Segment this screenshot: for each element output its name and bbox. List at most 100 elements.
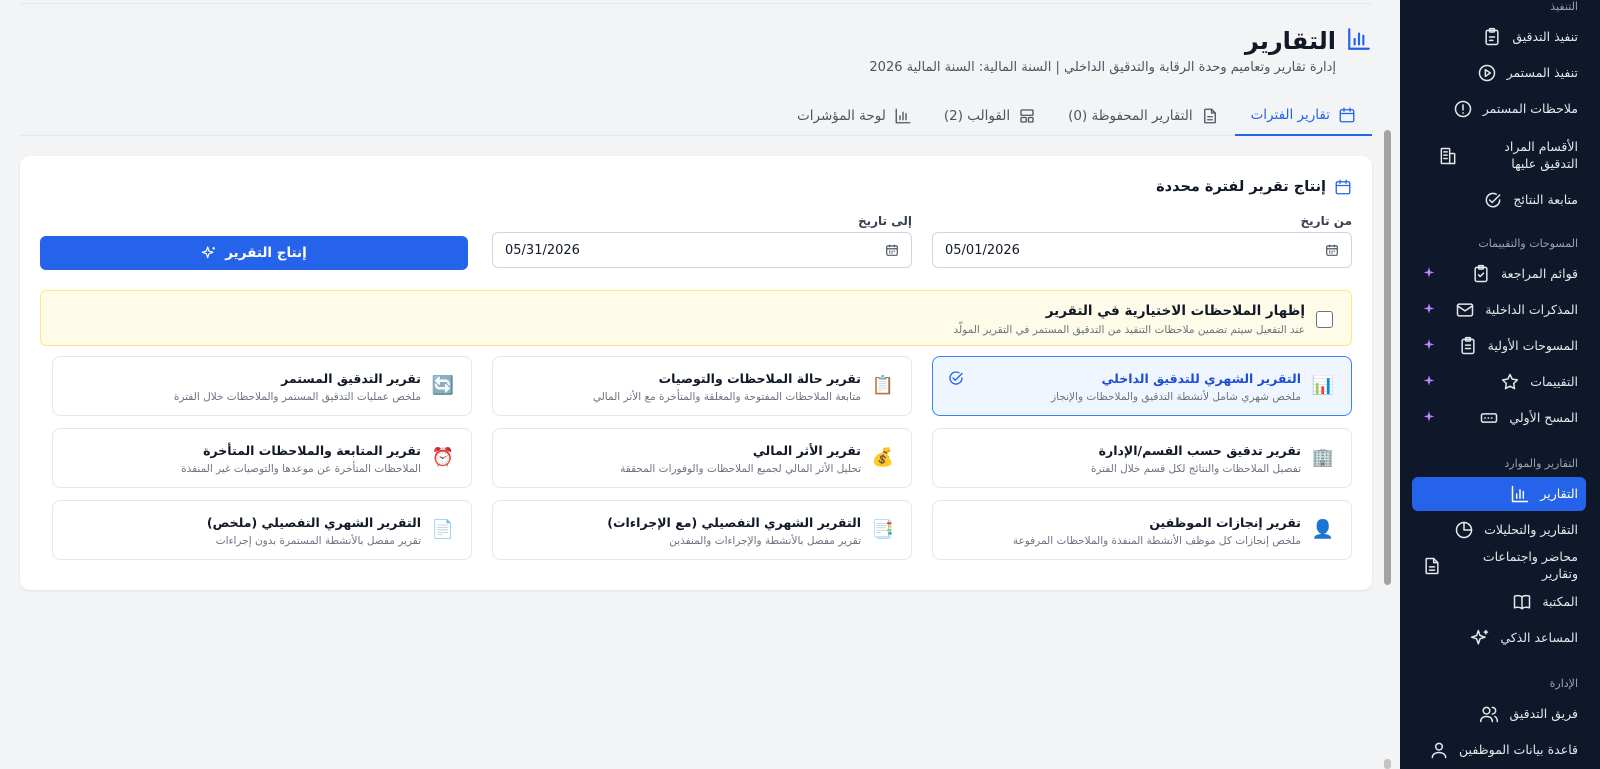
report-type-card[interactable]: 🏢 تقرير تدقيق حسب القسم/الإدارة تفصيل ال… [932,428,1352,488]
building-emoji-icon: 🏢 [1311,447,1335,468]
sidebar-section-execution: التنفيذ [1550,0,1578,13]
sidebar-item-evaluations[interactable]: التقييمات [1412,365,1586,399]
calendar-icon [1339,107,1355,123]
report-type-card[interactable]: 💰 تقرير الأثر المالي تحليل الأثر المالي … [492,428,912,488]
sidebar-item-continuous-notes[interactable]: ملاحظات المستمر [1412,92,1586,126]
sidebar-item-employees-db[interactable]: قاعدة بيانات الموظفين [1412,733,1586,767]
tab-label: تقارير الفترات [1250,107,1330,123]
tab-period-reports[interactable]: تقارير الفترات [1234,96,1372,136]
alert-circle-icon [1453,99,1473,119]
calendar-icon[interactable] [1325,243,1339,257]
to-date-input[interactable]: 05/31/2026 [492,232,912,268]
sidebar-item-label: الأقسام المراد التدقيق عليها [1504,139,1578,171]
report-type-card[interactable]: 📊 التقرير الشهري للتدقيق الداخلي ملخص شه… [932,356,1352,416]
sidebar-item-minutes-meetings[interactable]: محاضر واجتماعات وتقارير [1412,549,1586,583]
sidebar-item-label: قاعدة بيانات الموظفين [1459,741,1578,757]
report-type-title: تقرير الأثر المالي [752,443,861,458]
clipboard-emoji-icon: 📋 [871,375,895,396]
users-icon [1479,704,1499,724]
layout-icon [1020,109,1034,123]
report-type-card[interactable]: 🔄 تقرير التدقيق المستمر ملخص عمليات التد… [52,356,472,416]
report-type-card[interactable]: 📄 التقرير الشهري التفصيلي (ملخص) تقرير م… [52,500,472,560]
tab-dashboard[interactable]: لوحة المؤشرات [781,96,928,136]
optional-notes-option: إظهار الملاحظات الاختيارية في التقرير عن… [40,290,1352,346]
from-date-label: من تاريخ [1300,214,1352,228]
sidebar-item-label: قوائم المراجعة [1500,265,1578,281]
to-date-label: إلى تاريخ [857,214,912,228]
sidebar-item-label: محاضر واجتماعات وتقارير [1482,549,1578,581]
report-type-title: تقرير المتابعة والملاحظات المتأخرة [203,443,421,458]
report-type-card[interactable]: 📑 التقرير الشهري التفصيلي (مع الإجراءات)… [492,500,912,560]
optional-notes-title[interactable]: إظهار الملاحظات الاختيارية في التقرير [1046,303,1305,319]
tab-templates[interactable]: القوالب (2) [928,96,1052,136]
sidebar-item-label: التقارير [1540,485,1578,501]
sidebar-item-internal-memos[interactable]: المذكرات الداخلية [1412,293,1586,327]
report-type-title: تقرير التدقيق المستمر [281,371,421,386]
sidebar-item-ai-assistant[interactable]: المساعد الذكي [1412,621,1586,655]
sidebar-item-label: المذكرات الداخلية [1485,301,1578,317]
report-type-desc: ملخص شهري شامل لأنشطة التدقيق والملاحظات… [1051,391,1301,403]
sparkles-icon [1470,628,1490,648]
period-report-card: إنتاج تقرير لفترة محددة من تاريخ 05/01/2… [20,156,1372,590]
sidebar-item-label: تنفيذ التدقيق [1512,28,1578,44]
report-type-desc: الملاحظات المتأخرة عن موعدها والتوصيات غ… [181,463,421,475]
sidebar-section-admin: الإدارة [1549,677,1578,690]
sidebar-item-label: المكتبة [1542,593,1578,609]
book-icon [1512,592,1532,612]
check-circle-icon [1483,190,1503,210]
clipboard-check-icon [1471,264,1491,284]
sidebar-section-surveys: المسوحات والتقييمات [1478,237,1578,250]
report-type-title: تقرير حالة الملاحظات والتوصيات [658,371,861,386]
bar-chart-emoji-icon: 📊 [1311,375,1335,396]
report-type-desc: تقرير مفصل بالأنشطة والإجراءات والمنفذين [669,535,861,547]
sidebar-item-reports[interactable]: التقارير [1412,477,1586,511]
tab-saved-reports[interactable]: التقارير المحفوظة (0) [1052,96,1235,136]
user-icon [1429,740,1449,760]
sidebar-item-label: المسح الأولي [1509,409,1578,425]
scroll-bottom [1384,759,1391,769]
sidebar-item-library[interactable]: المكتبة [1412,585,1586,619]
to-date-value: 05/31/2026 [505,242,580,258]
main-scrollbar[interactable] [1372,0,1400,769]
sparkle-icon [1422,410,1436,427]
sidebar-item-checklists[interactable]: قوائم المراجعة [1412,257,1586,291]
report-type-card[interactable]: ⏰ تقرير المتابعة والملاحظات المتأخرة الم… [52,428,472,488]
report-type-title: التقرير الشهري التفصيلي (مع الإجراءات) [607,515,861,530]
from-date-input[interactable]: 05/01/2026 [932,232,1352,268]
sidebar-item-audit-execution[interactable]: تنفيذ التدقيق [1412,20,1586,54]
sidebar-item-initial-scan[interactable]: المسح الأولي [1412,401,1586,435]
clipboard-icon [1482,27,1502,47]
bar-chart-icon [895,108,911,124]
tab-label: القوالب (2) [943,108,1011,124]
tab-label: التقارير المحفوظة (0) [1068,108,1193,124]
report-type-desc: تفصيل الملاحظات والنتائج لكل قسم خلال ال… [1090,463,1301,475]
sidebar-item-label: المسوحات الأولية [1487,337,1578,353]
play-circle-icon [1477,63,1497,83]
generate-report-button[interactable]: إنتاج التقرير [40,236,468,270]
header-divider [20,3,1372,4]
report-type-card[interactable]: 👤 تقرير إنجازات الموظفين ملخص إنجازات كل… [932,500,1352,560]
sidebar-item-audited-departments[interactable]: الأقسام المراد التدقيق عليها [1412,132,1586,180]
scroll-thumb[interactable] [1384,130,1391,585]
optional-notes-description: عند التفعيل سيتم تضمين ملاحظات التنفيذ م… [953,324,1306,336]
check-circle-icon [947,369,965,387]
sidebar-item-continuous-execution[interactable]: تنفيذ المستمر [1412,56,1586,90]
sidebar-item-label: التقارير والتحليلات [1484,521,1578,537]
sidebar-item-label: ملاحظات المستمر [1482,100,1578,116]
report-type-card[interactable]: 📋 تقرير حالة الملاحظات والتوصيات متابعة … [492,356,912,416]
sparkle-icon [1422,266,1436,283]
sidebar-item-preliminary-surveys[interactable]: المسوحات الأولية [1412,329,1586,363]
sidebar-item-reports-analytics[interactable]: التقارير والتحليلات [1412,513,1586,547]
optional-notes-checkbox[interactable] [1316,311,1333,328]
sidebar-item-audit-team[interactable]: فريق التدقيق [1412,697,1586,731]
clipboard-list-icon [1458,336,1478,356]
page-header: التقارير إدارة تقارير وتعاميم وحدة الرقا… [20,26,1372,75]
report-type-title: التقرير الشهري التفصيلي (ملخص) [206,515,421,530]
sidebar-item-results-followup[interactable]: متابعة النتائج [1412,183,1586,217]
from-date-value: 05/01/2026 [945,242,1020,258]
calendar-icon[interactable] [885,243,899,257]
sidebar: التنفيذ تنفيذ التدقيق تنفيذ المستمر ملاح… [1400,0,1600,769]
bar-chart-icon [1510,484,1530,504]
tabs: تقارير الفترات التقارير المحفوظة (0) الق… [20,96,1372,136]
report-type-desc: تقرير مفصل بالأنشطة المستمرة بدون إجراءا… [215,535,421,547]
